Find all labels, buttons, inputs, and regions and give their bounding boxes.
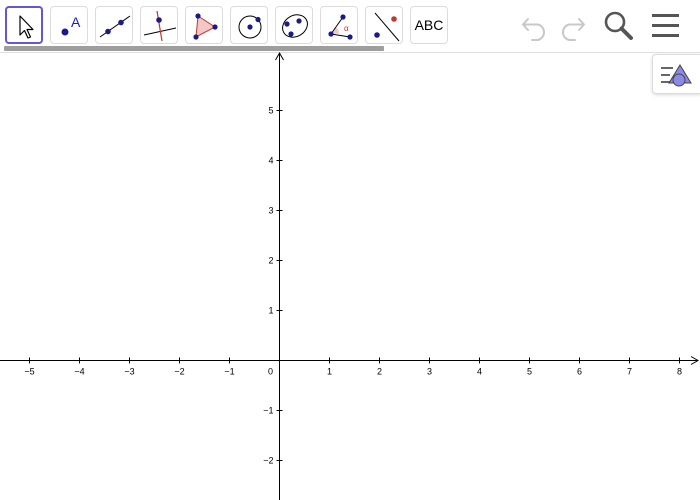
x-tick-label: 4: [477, 367, 482, 377]
point-icon: A: [61, 14, 81, 36]
redo-icon[interactable]: [555, 8, 589, 42]
toolbar-scrollbar[interactable]: [4, 46, 384, 51]
search-icon[interactable]: [601, 8, 637, 44]
toolbar: A α ABC: [0, 0, 700, 53]
y-tick-label: 2: [268, 256, 273, 266]
reflect-about-line-icon: [374, 12, 400, 42]
conic-tool-button[interactable]: [275, 6, 313, 44]
x-tick-label: 6: [577, 367, 582, 377]
y-tick-label: −1: [263, 406, 273, 416]
line-through-two-points-icon: [99, 15, 131, 38]
move-tool-button[interactable]: [5, 6, 43, 44]
x-tick-label: 5: [527, 367, 532, 377]
text-tool-button[interactable]: ABC: [410, 6, 448, 44]
y-tick-label: −2: [263, 456, 273, 466]
reflect-tool-button[interactable]: [365, 6, 403, 44]
y-tick-label: 3: [268, 206, 273, 216]
axis-ticks: −5 −4 −3 −2 −1 0 1 2 3 4 5 6 7 8 5 4 3 2 1 −1 −2: [24, 106, 682, 466]
perpendicular-line-tool-button[interactable]: [140, 6, 178, 44]
x-tick-label: 2: [377, 367, 382, 377]
undo-icon[interactable]: [518, 8, 552, 42]
circle-tool-button[interactable]: [230, 6, 268, 44]
text-tool-label: ABC: [414, 17, 444, 33]
perpendicular-line-icon: [143, 10, 177, 42]
x-tick-label: −4: [74, 367, 84, 377]
line-tool-button[interactable]: [95, 6, 133, 44]
x-tick-label: −1: [224, 367, 234, 377]
y-tick-label: 1: [268, 306, 273, 316]
angle-icon: α: [328, 14, 353, 40]
graphics-view[interactable]: −5 −4 −3 −2 −1 0 1 2 3 4 5 6 7 8 5 4 3 2 1 −1 −2: [0, 52, 700, 500]
conic-through-points-icon: [282, 14, 308, 38]
x-tick-label: −2: [174, 367, 184, 377]
arrow-cursor-icon: [19, 15, 34, 39]
y-tick-label: 5: [268, 106, 273, 116]
menu-icon[interactable]: [648, 8, 684, 44]
x-tick-label: 1: [327, 367, 332, 377]
x-tick-label: −3: [124, 367, 134, 377]
y-tick-label: 4: [268, 156, 273, 166]
x-tick-label: 3: [427, 367, 432, 377]
x-tick-label: 8: [677, 367, 682, 377]
circle-center-point-icon: [238, 15, 262, 39]
point-tool-button[interactable]: A: [50, 6, 88, 44]
point-label-text: A: [71, 14, 81, 30]
angle-label-text: α: [344, 24, 349, 33]
x-tick-label: 0: [268, 367, 273, 377]
x-tick-label: −5: [24, 367, 34, 377]
coordinate-axes: [0, 52, 700, 500]
x-tick-label: 7: [627, 367, 632, 377]
angle-tool-button[interactable]: α: [320, 6, 358, 44]
polygon-tool-button[interactable]: [185, 6, 223, 44]
polygon-icon: [193, 13, 218, 40]
